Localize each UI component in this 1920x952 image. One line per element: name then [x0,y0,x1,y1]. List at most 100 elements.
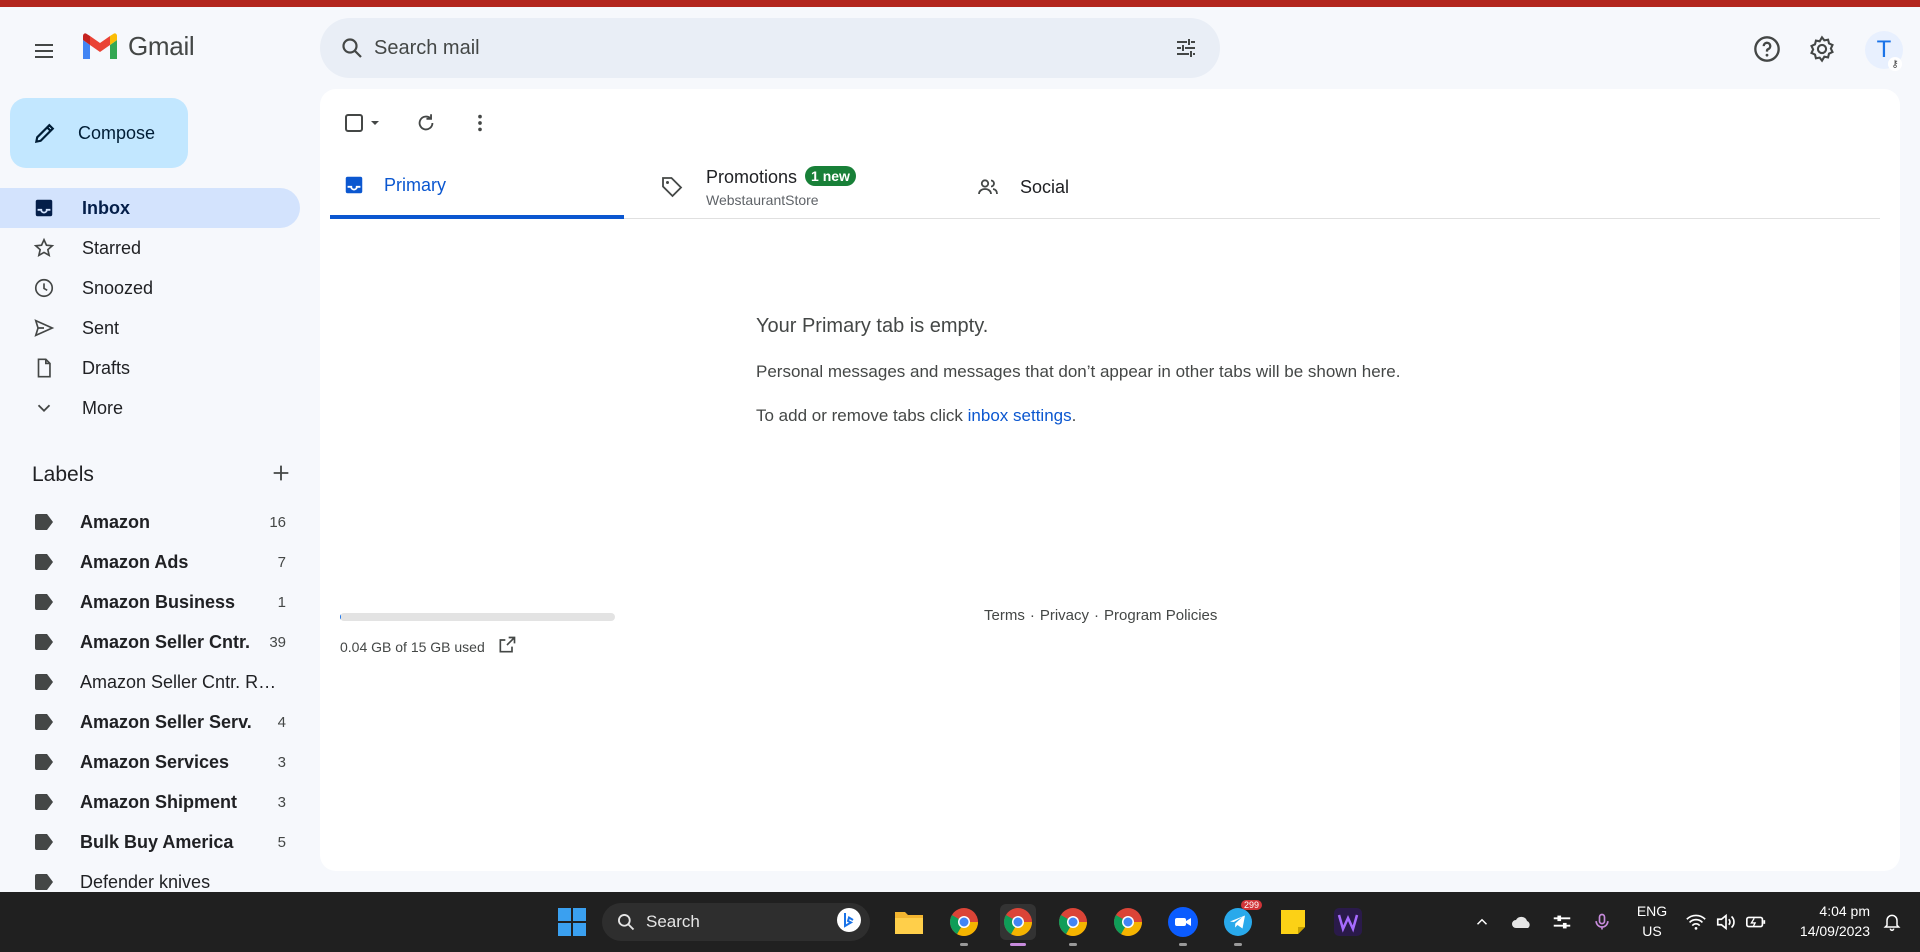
taskbar-search[interactable]: Search [602,903,870,941]
add-label-icon[interactable] [270,462,292,489]
empty-settings-hint: To add or remove tabs click inbox settin… [756,406,1556,426]
tab-label: Promotions [706,167,798,187]
label-name: Amazon Business [80,591,236,612]
label-unread-count: 16 [269,513,286,531]
microphone-icon[interactable] [1584,904,1620,940]
sidebar-item-starred[interactable]: Starred [0,228,300,268]
chrome-profile-m-icon[interactable] [1055,904,1091,946]
tab-sender-snippet: WebstaurantStore [706,192,819,208]
search-input[interactable] [374,30,1134,66]
label-tag-icon [32,590,56,614]
label-item[interactable]: Bulk Buy America 5 [0,822,300,862]
tab-promotions[interactable]: Promotions 1 new WebstaurantStore [648,155,948,219]
empty-description: Personal messages and messages that don’… [756,362,1401,381]
open-external-icon[interactable] [497,635,517,658]
label-tag-icon [32,710,56,734]
label-unread-count: 3 [277,753,286,771]
more-options-icon[interactable] [462,105,498,141]
chrome-profile-d-icon[interactable] [1110,904,1146,940]
labels-list: Amazon 16 Amazon Ads 7 Amazon Business 1 Amazo… [0,502,300,902]
footer-links: Terms · Privacy · Program Policies [984,607,1217,624]
tag-icon [660,175,684,199]
tab-label: Social [1020,176,1070,197]
compose-button[interactable]: Compose [10,98,188,168]
label-name: Amazon Seller Cntr. [80,631,251,652]
inbox-icon [342,173,366,197]
app-header: Gmail T ⚷ [0,7,1920,89]
input-language[interactable]: ENG US [1632,901,1672,941]
sidebar-item-snoozed[interactable]: Snoozed [0,268,300,308]
clock-time: 4:04 pm [1819,903,1870,919]
label-unread-count: 4 [277,713,286,731]
label-item[interactable]: Amazon Shipment 3 [0,782,300,822]
empty-state: Your Primary tab is empty. Personal mess… [756,315,1556,426]
label-item[interactable]: Amazon Business 1 [0,582,300,622]
sidebar-item-more[interactable]: More [0,388,300,428]
label-name: Amazon Services [80,751,230,772]
refresh-icon[interactable] [408,105,444,141]
label-name: Amazon Seller Cntr. Ref... [80,671,280,692]
label-tag-icon [32,790,56,814]
label-item[interactable]: Amazon Ads 7 [0,542,300,582]
main-menu-button[interactable] [24,31,64,71]
inbox-settings-link[interactable]: inbox settings [968,406,1072,425]
tab-social[interactable]: Social [964,155,1264,219]
label-name: Amazon Ads [80,551,189,572]
clock-icon [32,276,56,300]
footer-separator: · [1094,607,1100,624]
label-tag-icon [32,630,56,654]
label-item[interactable]: Amazon Seller Serv. 4 [0,702,300,742]
label-tag-icon [32,550,56,574]
label-unread-count: 39 [269,633,286,651]
battery-icon[interactable] [1738,904,1774,940]
select-all-checkbox[interactable] [340,105,390,141]
gmail-logo[interactable]: Gmail [80,31,195,62]
label-item[interactable]: Amazon 16 [0,502,300,542]
new-count-badge: 1 new [805,166,856,186]
windows-start-icon[interactable] [556,906,588,938]
sidebar-item-label: Inbox [82,197,130,218]
sidebar-item-drafts[interactable]: Drafts [0,348,300,388]
running-indicator [1179,943,1187,946]
onedrive-icon[interactable] [1504,904,1540,940]
chrome-icon[interactable] [946,904,982,946]
label-item[interactable]: Amazon Services 3 [0,742,300,782]
help-icon[interactable] [1747,29,1787,69]
settings-sliders-icon[interactable] [1544,904,1580,940]
notifications-icon[interactable] [1874,904,1910,940]
show-hidden-icons-chevron[interactable] [1464,904,1500,940]
search-options-icon[interactable] [1168,30,1204,66]
sticky-notes-icon[interactable] [1275,904,1311,940]
hint-text: To add or remove tabs click [756,406,968,425]
label-item[interactable]: Amazon Seller Cntr. Ref... [0,662,300,702]
sidebar-nav: Inbox Starred Snoozed Sent Drafts More [0,188,300,428]
search-bar[interactable] [320,18,1220,78]
terms-link[interactable]: Terms [984,607,1025,624]
telegram-icon[interactable]: 299 [1220,900,1262,946]
sidebar-item-label: Starred [82,237,142,258]
language-code: ENG [1636,903,1668,919]
sidebar-item-sent[interactable]: Sent [0,308,300,348]
label-item[interactable]: Amazon Seller Cntr. 39 [0,622,300,662]
sidebar-item-label: More [82,397,124,418]
w-app-icon[interactable] [1330,904,1366,940]
label-name: Bulk Buy America [80,831,234,852]
keyboard-region: US [1642,923,1662,939]
sidebar-item-inbox[interactable]: Inbox [0,188,300,228]
label-name: Defender knives [80,871,211,892]
label-name: Amazon [80,511,151,532]
mail-toolbar [340,103,498,143]
program-policies-link[interactable]: Program Policies [1104,607,1217,624]
tab-primary[interactable]: Primary [330,155,624,219]
chrome-active-icon[interactable] [1000,904,1036,946]
search-icon[interactable] [334,30,370,66]
category-tabs: Primary Promotions 1 new WebstaurantStore… [330,155,1880,219]
privacy-link[interactable]: Privacy [1040,607,1089,624]
taskbar-clock[interactable]: 4:04 pm 14/09/2023 [1784,901,1870,941]
taskbar-search-label: Search [646,912,700,931]
file-explorer-icon[interactable] [891,904,927,940]
settings-gear-icon[interactable] [1802,29,1842,69]
zoom-icon[interactable] [1165,904,1201,946]
label-unread-count: 3 [277,793,286,811]
empty-title: Your Primary tab is empty. [756,315,989,337]
